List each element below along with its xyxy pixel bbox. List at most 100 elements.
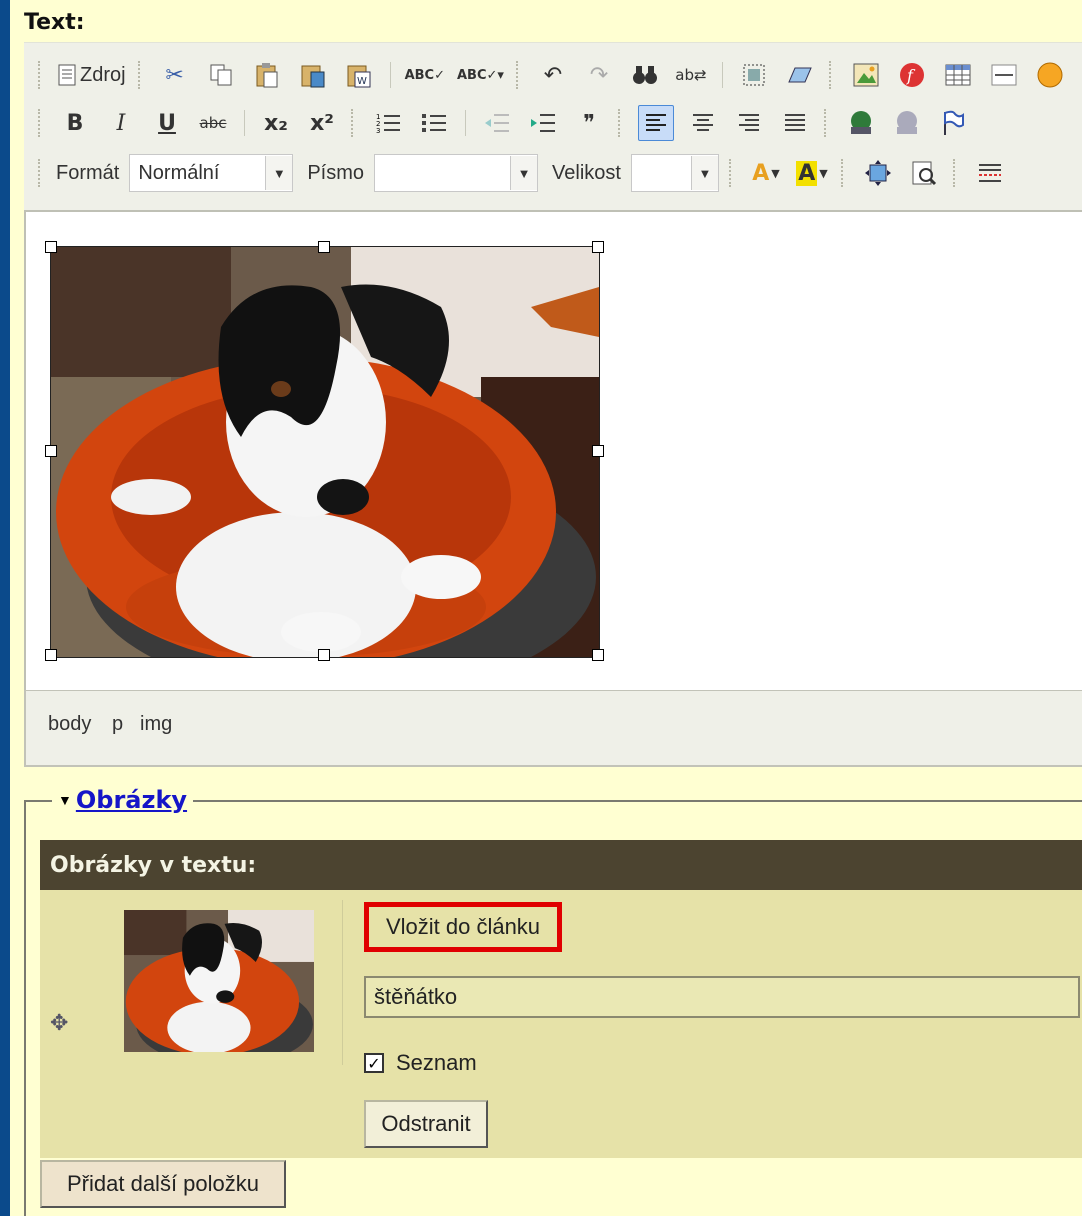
resize-handle-bottom[interactable] — [318, 649, 330, 661]
toolbar-grip[interactable] — [38, 109, 44, 137]
copy-button[interactable] — [204, 58, 238, 92]
puppy-photo — [51, 247, 599, 657]
redo-icon: ↷ — [589, 62, 609, 88]
page-break-icon — [977, 161, 1003, 185]
toolbar-grip[interactable] — [351, 109, 357, 137]
insert-into-article-button[interactable]: Vložit do článku — [364, 902, 562, 952]
indent-button[interactable] — [526, 106, 560, 140]
strikethrough-button[interactable]: abc — [196, 106, 230, 140]
bold-button[interactable]: B — [58, 106, 92, 140]
resize-handle-left[interactable] — [45, 445, 57, 457]
copy-icon — [209, 63, 233, 87]
size-select[interactable]: ▼ — [630, 154, 719, 192]
smiley-icon — [1037, 62, 1063, 88]
add-item-button[interactable]: Přidat další položku — [40, 1160, 286, 1208]
spellcheck-as-you-type-button[interactable]: ABC✓▾ — [457, 58, 504, 92]
toolbar-separator — [389, 62, 391, 88]
bulleted-list-button[interactable] — [417, 106, 451, 140]
toolbar-grip[interactable] — [618, 109, 624, 137]
select-all-button[interactable] — [737, 58, 771, 92]
paste-button[interactable] — [250, 58, 284, 92]
toolbar-grip[interactable] — [952, 159, 959, 187]
undo-button[interactable]: ↶ — [536, 58, 570, 92]
indent-icon — [530, 111, 556, 135]
selected-image[interactable] — [50, 246, 600, 658]
maximize-icon — [864, 160, 891, 186]
numbered-list-button[interactable]: 123 — [371, 106, 405, 140]
path-item-img[interactable]: img — [140, 713, 172, 736]
redo-button[interactable]: ↷ — [582, 58, 616, 92]
outdent-button[interactable] — [480, 106, 514, 140]
source-button[interactable]: Zdroj — [58, 58, 126, 92]
anchor-button[interactable] — [936, 106, 970, 140]
superscript-button[interactable]: x² — [305, 106, 339, 140]
resize-handle-bottom-right[interactable] — [592, 649, 604, 661]
paste-word-button[interactable]: W — [342, 58, 376, 92]
align-right-button[interactable] — [732, 106, 766, 140]
toolbar-row-1: Zdroj ✂ W ABC✓ ABC✓▾ ↶ ↷ ab⇄ f — [24, 55, 1073, 95]
spellcheck-button[interactable]: ABC✓ — [405, 58, 445, 92]
spellcheck-menu-icon: ABC✓▾ — [456, 67, 504, 83]
chevron-down-icon: ▼ — [771, 166, 780, 180]
list-checkbox[interactable]: ✓ — [364, 1053, 384, 1073]
chevron-down-icon: ▼ — [819, 166, 828, 180]
image-thumbnail — [124, 910, 314, 1052]
link-globe-icon — [847, 110, 875, 136]
format-select[interactable]: Normální ▼ — [129, 154, 294, 192]
toolbar-grip[interactable] — [840, 159, 847, 187]
toolbar-grip[interactable] — [828, 61, 835, 89]
editor-content-area[interactable] — [24, 210, 1082, 694]
toolbar-grip[interactable] — [728, 159, 735, 187]
resize-handle-top-right[interactable] — [592, 241, 604, 253]
images-legend[interactable]: ▼ Obrázky — [52, 786, 194, 814]
resize-handle-right[interactable] — [592, 445, 604, 457]
toolbar-grip[interactable] — [137, 61, 144, 89]
chevron-down-icon: ▼ — [690, 156, 718, 190]
toolbar-row-2: B I U abc x₂ x² 123 ❞ — [24, 103, 976, 143]
align-left-button[interactable] — [638, 105, 674, 141]
text-color-button[interactable]: A ▼ — [749, 156, 783, 190]
remove-format-button[interactable] — [783, 58, 817, 92]
unlink-button[interactable] — [890, 106, 924, 140]
list-checkbox-row[interactable]: ✓ Seznam — [364, 1050, 477, 1076]
italic-button[interactable]: I — [104, 106, 138, 140]
table-button[interactable] — [941, 58, 975, 92]
page-break-button[interactable] — [973, 156, 1007, 190]
images-panel-header: Obrázky v textu: — [40, 840, 1082, 890]
resize-handle-bottom-left[interactable] — [45, 649, 57, 661]
flash-button[interactable]: f — [895, 58, 929, 92]
justify-button[interactable] — [778, 106, 812, 140]
resize-handle-top[interactable] — [318, 241, 330, 253]
images-toggle-link[interactable]: Obrázky — [76, 786, 187, 814]
replace-button[interactable]: ab⇄ — [674, 58, 708, 92]
horizontal-rule-button[interactable] — [987, 58, 1021, 92]
flash-icon: f — [899, 62, 925, 88]
path-item-body[interactable]: body — [48, 713, 91, 736]
find-button[interactable] — [628, 58, 662, 92]
toolbar-grip[interactable] — [38, 61, 44, 89]
smiley-button[interactable] — [1033, 58, 1067, 92]
maximize-button[interactable] — [861, 156, 895, 190]
text-field-label: Text: — [24, 10, 85, 35]
background-color-button[interactable]: A ▼ — [795, 156, 829, 190]
remove-image-button[interactable]: Odstranit — [364, 1100, 488, 1148]
subscript-button[interactable]: x₂ — [259, 106, 293, 140]
underline-button[interactable]: U — [150, 106, 184, 140]
toolbar-grip[interactable] — [515, 61, 522, 89]
resize-handle-top-left[interactable] — [45, 241, 57, 253]
image-button[interactable] — [849, 58, 883, 92]
cut-button[interactable]: ✂ — [158, 58, 192, 92]
size-label: Velikost — [552, 161, 621, 184]
align-center-button[interactable] — [686, 106, 720, 140]
image-item-row: ✥ Vložit do článku ✓ — [40, 890, 1082, 1158]
toolbar-grip[interactable] — [824, 109, 830, 137]
blockquote-button[interactable]: ❞ — [572, 106, 606, 140]
toolbar-grip[interactable] — [38, 159, 44, 187]
font-select[interactable]: ▼ — [374, 154, 539, 192]
image-caption-input[interactable] — [364, 976, 1080, 1018]
move-handle-icon[interactable]: ✥ — [50, 1010, 68, 1036]
path-item-p[interactable]: p — [112, 713, 123, 736]
preview-button[interactable] — [907, 156, 941, 190]
paste-text-button[interactable] — [296, 58, 330, 92]
link-button[interactable] — [844, 106, 878, 140]
